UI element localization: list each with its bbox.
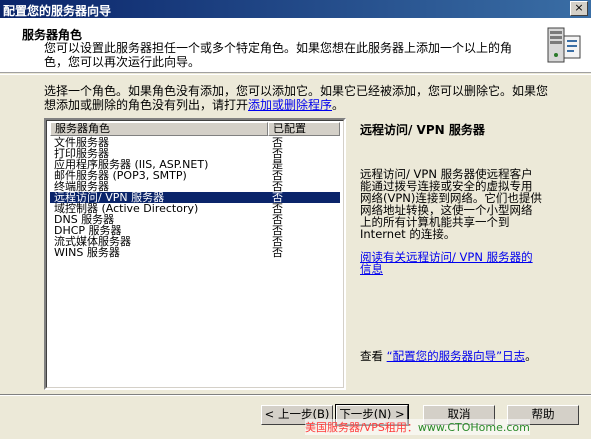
list-item-configured: 否: [272, 246, 283, 259]
list-item[interactable]: WINS 服务器 否: [50, 247, 340, 258]
wizard-log-link[interactable]: “配置您的服务器向导”日志: [387, 349, 525, 363]
close-button[interactable]: ×: [570, 1, 588, 16]
wizard-log-prefix: 查看: [360, 349, 387, 363]
intro-line-1: 选择一个角色。如果角色没有添加，您可以添加它。如果它已经被添加，您可以删除它。如…: [44, 84, 549, 98]
column-header-role[interactable]: 服务器角色: [50, 122, 268, 136]
read-more-link-line[interactable]: 阅读有关远程访问/ VPN 服务器的: [360, 251, 533, 263]
footer-separator: [0, 394, 591, 396]
detail-description-line: Internet 的连接。: [360, 227, 456, 241]
detail-title: 远程访问/ VPN 服务器: [360, 123, 485, 137]
column-header-configured[interactable]: 已配置: [268, 122, 340, 136]
list-rows: 文件服务器否打印服务器否应用程序服务器 (IIS, ASP.NET) 是邮件服务器…: [50, 137, 340, 258]
window-title: 配置您的服务器向导: [3, 4, 112, 18]
add-remove-programs-link[interactable]: 添加或删除程序: [248, 98, 332, 112]
server-wizard-icon: [547, 27, 581, 63]
wizard-log-suffix: 。: [525, 349, 537, 363]
intro-line-2: 想添加或删除的角色没有列出，请打开添加或删除程序。: [44, 98, 584, 112]
close-icon: ×: [574, 1, 584, 14]
server-roles-list[interactable]: 服务器角色 已配置 文件服务器否打印服务器否应用程序服务器 (IIS, ASP.…: [44, 118, 346, 390]
page-description: 您可以设置此服务器担任一个或多个特定角色。如果您想在此服务器上添加一个以上的角 …: [44, 41, 514, 69]
server-roles-list-frame: 服务器角色 已配置 文件服务器否打印服务器否应用程序服务器 (IIS, ASP.…: [46, 120, 344, 388]
intro-text: 选择一个角色。如果角色没有添加，您可以添加它。如果它已经被添加，您可以删除它。如…: [44, 84, 584, 112]
title-bar: 配置您的服务器向导 ×: [0, 0, 591, 18]
wizard-header: 服务器角色 您可以设置此服务器担任一个或多个特定角色。如果您想在此服务器上添加一…: [0, 18, 591, 73]
watermark-site: www.CTOHome.com: [417, 421, 530, 434]
header-divider: [0, 74, 591, 75]
watermark-text: 美国服务器/VPS租用：: [305, 421, 418, 434]
page-description-line: 色，您可以再次运行此向导。: [44, 55, 201, 69]
detail-description: 远程访问/ VPN 服务器使远程客户 能通过拨号连接或安全的虚拟专用 网络(VP…: [360, 168, 550, 240]
list-item-role: WINS 服务器: [54, 246, 120, 259]
page-description-line: 您可以设置此服务器担任一个或多个特定角色。如果您想在此服务器上添加一个以上的角: [44, 41, 513, 55]
watermark: 美国服务器/VPS租用：www.CTOHome.com: [305, 419, 530, 435]
list-header: 服务器角色 已配置: [50, 122, 340, 136]
wizard-log: 查看 “配置您的服务器向导”日志。: [360, 348, 537, 364]
intro-line-2-suffix: 。: [332, 98, 345, 112]
intro-line-2-prefix: 想添加或删除的角色没有列出，请打开: [44, 98, 249, 112]
read-more-link[interactable]: 阅读有关远程访问/ VPN 服务器的 信息: [360, 251, 533, 275]
read-more-link-line[interactable]: 信息: [360, 263, 533, 275]
